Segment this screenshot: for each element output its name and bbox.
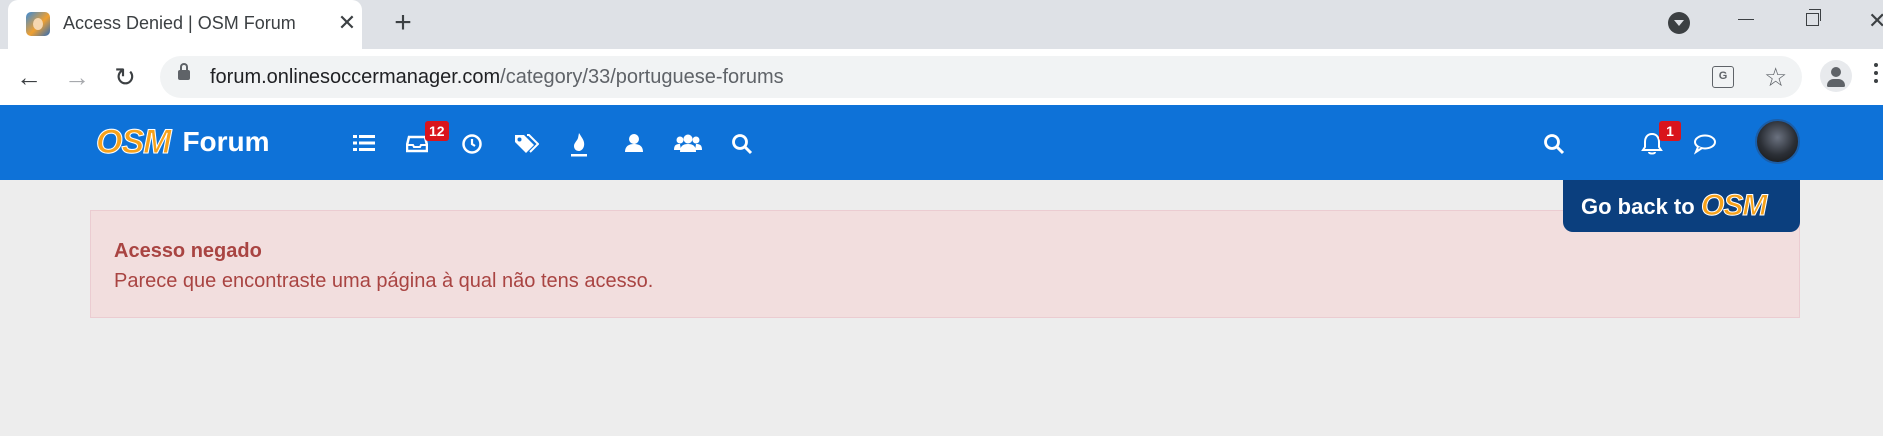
logo-forum-text: Forum bbox=[182, 126, 270, 157]
tab-close-button[interactable]: ✕ bbox=[334, 10, 360, 36]
tags-icon[interactable] bbox=[513, 131, 539, 157]
back-button[interactable]: ← bbox=[14, 62, 44, 92]
window-close-button[interactable]: ✕ bbox=[1868, 8, 1883, 34]
browser-tab-strip: Access Denied | OSM Forum ✕ + ✕ bbox=[0, 0, 1883, 49]
new-tab-button[interactable]: + bbox=[388, 8, 418, 39]
alert-title: Acesso negado bbox=[114, 240, 262, 262]
list-icon[interactable] bbox=[352, 131, 376, 157]
unread-count-badge: 12 bbox=[425, 121, 449, 141]
forward-button[interactable]: → bbox=[62, 62, 92, 92]
header-search-icon[interactable] bbox=[1543, 131, 1565, 157]
go-back-label: Go back to bbox=[1581, 194, 1695, 219]
url-path: /category/33/portuguese-forums bbox=[500, 66, 784, 88]
go-back-to-osm-button[interactable]: Go back to OSM bbox=[1563, 180, 1800, 232]
forum-logo[interactable]: OSM Forum bbox=[95, 122, 270, 162]
clock-icon[interactable] bbox=[461, 131, 483, 157]
search-icon[interactable] bbox=[731, 131, 753, 157]
window-minimize-button[interactable] bbox=[1738, 19, 1754, 20]
bookmark-star-icon[interactable]: ☆ bbox=[1764, 62, 1787, 93]
access-denied-alert: Acesso negado Parece que encontraste uma… bbox=[90, 210, 1800, 318]
tab-title: Access Denied | OSM Forum bbox=[63, 13, 296, 33]
fire-icon[interactable] bbox=[570, 131, 588, 157]
url-text[interactable]: forum.onlinesoccermanager.com/category/3… bbox=[210, 66, 784, 89]
osm-favicon-icon bbox=[26, 12, 50, 36]
url-host: forum.onlinesoccermanager.com bbox=[210, 66, 501, 88]
osm-logo: OSM bbox=[95, 122, 171, 161]
forum-header: OSM Forum 12 1 bbox=[0, 105, 1883, 180]
browser-tab[interactable]: Access Denied | OSM Forum ✕ bbox=[8, 0, 362, 49]
window-restore-button[interactable] bbox=[1806, 9, 1821, 26]
users-icon[interactable] bbox=[674, 131, 702, 157]
alert-message: Parece que encontraste uma página à qual… bbox=[114, 270, 654, 292]
user-avatar[interactable] bbox=[1755, 119, 1800, 164]
user-icon[interactable] bbox=[624, 131, 644, 157]
chat-icon[interactable] bbox=[1693, 131, 1717, 157]
profile-icon[interactable] bbox=[1820, 60, 1852, 92]
reload-button[interactable]: ↻ bbox=[110, 62, 140, 92]
translate-icon[interactable]: G bbox=[1712, 66, 1734, 88]
lock-icon[interactable] bbox=[178, 63, 190, 80]
notification-count-badge: 1 bbox=[1659, 121, 1681, 141]
address-bar[interactable]: forum.onlinesoccermanager.com/category/3… bbox=[160, 56, 1802, 98]
osm-logo: OSM bbox=[1700, 189, 1767, 223]
browser-toolbar: ← → ↻ forum.onlinesoccermanager.com/cate… bbox=[0, 49, 1883, 105]
browser-menu-icon[interactable] bbox=[1874, 63, 1878, 67]
tab-search-icon[interactable] bbox=[1668, 12, 1690, 34]
